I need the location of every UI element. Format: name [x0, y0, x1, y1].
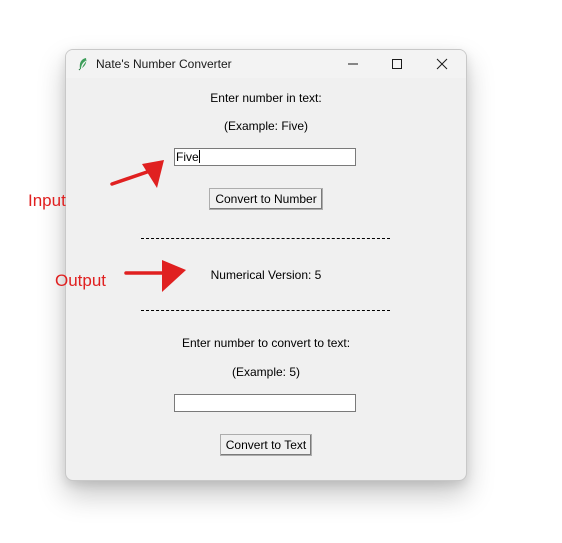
input-arrow-icon	[110, 160, 164, 188]
input-annotation-label: Input	[28, 191, 66, 210]
output-annotation-label: Output	[55, 271, 107, 290]
output-arrow-icon	[124, 260, 186, 292]
